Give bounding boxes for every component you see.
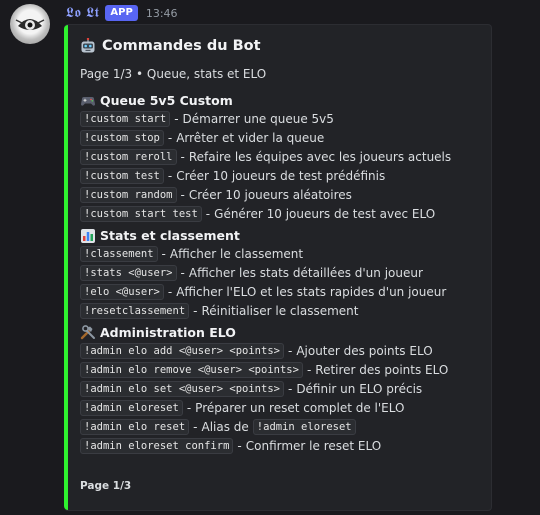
command-line: !admin elo set <@user> <points> - Définir … (80, 379, 481, 398)
app-badge: APP (105, 5, 138, 21)
command-line: !admin elo add <@user> <points> - Ajouter … (80, 341, 481, 360)
command-line: !admin elo remove <@user> <points> - Retir… (80, 360, 481, 379)
embed-subtitle: Page 1/3 • Queue, stats et ELO (80, 67, 267, 81)
command-code[interactable]: !admin eloreset confirm (80, 437, 234, 454)
command-line: !resetclassement - Réinitialiser le classe… (80, 301, 481, 320)
command-code[interactable]: !admin elo add <@user> <points> (80, 342, 284, 359)
command-desc: Préparer un reset complet de l'ELO (195, 400, 405, 415)
avatar[interactable] (10, 4, 50, 44)
command-line: !admin eloreset - Préparer un reset comple… (80, 398, 481, 417)
bar-chart-icon (80, 228, 96, 244)
command-code[interactable]: !custom random (80, 186, 177, 203)
command-line: !custom test - Créer 10 joueurs de test pr… (80, 166, 481, 185)
section-title-text: Administration ELO (100, 325, 236, 340)
section-title-text: Queue 5v5 Custom (100, 93, 233, 108)
command-code[interactable]: !custom start (80, 110, 171, 127)
timestamp: 13:46 (145, 6, 178, 20)
command-code[interactable]: !admin elo set <@user> <points> (80, 380, 284, 397)
command-code[interactable]: !elo <@user> (80, 283, 164, 300)
embed-title-text: Commandes du Bot (102, 38, 261, 54)
command-line: !custom start test - Générer 10 joueurs de… (80, 204, 481, 223)
message-header: 𝕷𝖔 𝕷𝖙 APP 13:46 (66, 4, 178, 22)
command-desc: Créer 10 joueurs aléatoires (188, 187, 352, 202)
command-line: !admin elo reset - Alias de !admin eloreset (80, 417, 481, 436)
command-code[interactable]: !admin elo remove <@user> <points> (80, 361, 303, 378)
gamepad-icon (80, 93, 96, 109)
section-title-text: Stats et classement (100, 228, 240, 243)
command-code[interactable]: !custom test (80, 167, 164, 184)
command-line: !custom start - Démarrer une queue 5v5 (80, 109, 481, 128)
command-code[interactable]: !admin eloreset (80, 399, 183, 416)
command-line: !stats <@user> - Afficher les stats détail… (80, 263, 481, 282)
section-title-admin: Administration ELO (80, 324, 481, 341)
command-desc: Démarrer une queue 5v5 (182, 111, 334, 126)
command-desc: Retirer des points ELO (315, 362, 449, 377)
command-line: !custom stop - Arrêter et vider la queue (80, 128, 481, 147)
command-desc: Confirmer le reset ELO (245, 438, 382, 453)
command-desc: Afficher les stats détaillées d'un joueu… (188, 265, 423, 280)
section-title-stats: Stats et classement (80, 227, 481, 244)
command-code[interactable]: !custom reroll (80, 148, 177, 165)
tools-icon (80, 324, 96, 341)
command-code[interactable]: !custom start test (80, 205, 202, 222)
command-desc: Alias de (201, 419, 249, 434)
command-code[interactable]: !admin elo reset (80, 418, 190, 435)
command-line: !admin eloreset confirm - Confirmer le res… (80, 436, 481, 455)
command-code[interactable]: !classement (80, 245, 158, 262)
command-desc: Ajouter des points ELO (296, 343, 433, 358)
command-desc: Créer 10 joueurs de test prédéfinis (176, 168, 386, 183)
robot-icon (80, 37, 96, 54)
username[interactable]: 𝕷𝖔 𝕷𝖙 (66, 5, 99, 21)
command-desc: Refaire les équipes avec les joueurs act… (188, 149, 452, 164)
embed-accent-bar (64, 25, 68, 510)
section-title-queue: Queue 5v5 Custom (80, 92, 481, 109)
command-line: !elo <@user> - Afficher l'ELO et les stats… (80, 282, 481, 301)
command-desc: Afficher l'ELO et les stats rapides d'un… (176, 284, 447, 299)
alias-code[interactable]: !admin eloreset (252, 418, 356, 435)
command-desc: Afficher le classement (169, 246, 304, 261)
embed: Commandes du Bot Page 1/3 • Queue, stats… (64, 24, 492, 511)
command-desc: Générer 10 joueurs de test avec ELO (214, 206, 436, 221)
command-desc: Définir un ELO précis (296, 381, 423, 396)
embed-footer: Page 1/3 (80, 480, 132, 492)
command-code[interactable]: !custom stop (80, 129, 164, 146)
command-code[interactable]: !resetclassement (80, 302, 190, 319)
embed-title: Commandes du Bot (80, 35, 481, 57)
command-desc: Réinitialiser le classement (201, 303, 359, 318)
command-line: !classement - Afficher le classement (80, 244, 481, 263)
command-code[interactable]: !stats <@user> (80, 264, 177, 281)
command-line: !custom random - Créer 10 joueurs aléatoir… (80, 185, 481, 204)
command-line: !custom reroll - Refaire les équipes avec … (80, 147, 481, 166)
command-desc: Arrêter et vider la queue (176, 130, 325, 145)
